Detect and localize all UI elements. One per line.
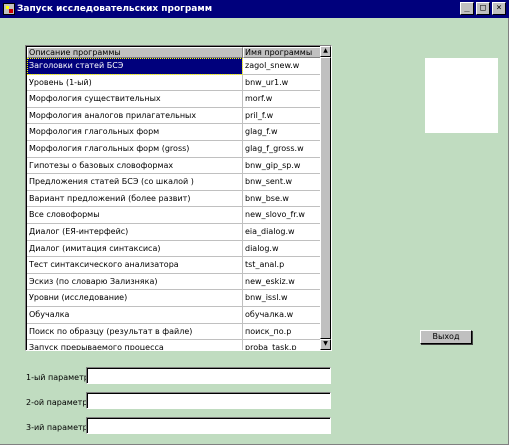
table-row[interactable]: Все словоформы new_slovo_fr.w (27, 207, 321, 224)
table-row[interactable]: Диалог (имитация синтаксиса) dialog.w (27, 240, 321, 258)
cell-program-name[interactable]: обучалка.w (243, 306, 321, 324)
grid-rows: Заголовки статей БСЭ zagol_snew.w Уровень … (27, 58, 321, 350)
cell-description[interactable]: Диалог (ЕЯ-интерфейс) (27, 223, 243, 241)
table-row[interactable]: Вариант предложений (более развит) bnw_bs… (27, 190, 321, 208)
table-row[interactable]: Тест синтаксического анализатора tst_anal… (27, 257, 321, 274)
cell-program-name[interactable]: bnw_issl.w (243, 290, 321, 307)
cell-program-name[interactable]: morf.w (243, 91, 321, 108)
cell-description[interactable]: Запуск прерываемого процесса (27, 340, 243, 350)
table-row[interactable]: Морфология существительных morf.w (27, 91, 321, 108)
column-header-name[interactable]: Имя программы (243, 47, 321, 58)
minimize-button[interactable]: _ (460, 2, 474, 15)
cell-program-name[interactable]: bnw_gip_sp.w (243, 157, 321, 175)
table-row[interactable]: Поиск по образцу (результат в файле) поис… (27, 323, 321, 341)
exit-button[interactable]: Выход (420, 330, 472, 344)
table-row[interactable]: Запуск прерываемого процесса proba_task.p (27, 340, 321, 350)
cell-program-name[interactable]: tst_anal.p (243, 257, 321, 274)
param1-input[interactable] (86, 367, 331, 384)
programs-grid[interactable]: Описание программы Имя программы Заголов… (25, 45, 332, 351)
cell-description[interactable]: Уровень (1-ый) (27, 74, 243, 92)
cell-description[interactable]: Тест синтаксического анализатора (27, 257, 243, 274)
cell-program-name[interactable]: bnw_sent.w (243, 174, 321, 191)
cell-description[interactable]: Поиск по образцу (результат в файле) (27, 323, 243, 341)
cell-description[interactable]: Вариант предложений (более развит) (27, 190, 243, 208)
cell-description[interactable]: Все словоформы (27, 207, 243, 224)
grid-header: Описание программы Имя программы (27, 47, 321, 58)
vertical-scrollbar[interactable]: ▲ ▼ (320, 46, 331, 350)
column-header-description[interactable]: Описание программы (27, 47, 243, 58)
table-row[interactable]: Уровень (1-ый) bnw_ur1.w (27, 74, 321, 92)
table-row[interactable]: Заголовки статей БСЭ zagol_snew.w (27, 58, 321, 75)
table-row[interactable]: Морфология глагольных форм (gross) glag_f… (27, 140, 321, 158)
scroll-up-arrow-icon[interactable]: ▲ (320, 46, 331, 57)
app-icon[interactable] (3, 3, 15, 15)
cell-description[interactable]: Обучалка (27, 306, 243, 324)
param3-label: 3-ий параметр: (26, 423, 91, 432)
cell-program-name[interactable]: glag_f.w (243, 124, 321, 141)
cell-description[interactable]: Гипотезы о базовых словоформах (27, 157, 243, 175)
cell-description[interactable]: Эскиз (по словарю Зализняка) (27, 273, 243, 291)
cell-program-name[interactable]: bnw_bse.w (243, 190, 321, 208)
cell-description[interactable]: Предложения статей БСЭ (со шкалой ) (27, 174, 243, 191)
cell-description[interactable]: Морфология существительных (27, 91, 243, 108)
scroll-down-arrow-icon[interactable]: ▼ (320, 339, 331, 350)
table-row[interactable]: Морфология аналогов прилагательных pril_f… (27, 107, 321, 125)
preview-panel (425, 58, 498, 133)
cell-program-name[interactable]: поиск_по.p (243, 323, 321, 341)
cell-description[interactable]: Заголовки статей БСЭ (27, 58, 243, 75)
cell-program-name[interactable]: bnw_ur1.w (243, 74, 321, 92)
cell-program-name[interactable]: glag_f_gross.w (243, 140, 321, 158)
table-row[interactable]: Гипотезы о базовых словоформах bnw_gip_sp… (27, 157, 321, 175)
param2-label: 2-ой параметр: (26, 398, 91, 407)
cell-description[interactable]: Морфология аналогов прилагательных (27, 107, 243, 125)
cell-program-name[interactable]: dialog.w (243, 240, 321, 258)
cell-description[interactable]: Морфология глагольных форм (27, 124, 243, 141)
table-row[interactable]: Диалог (ЕЯ-интерфейс) eia_dialog.w (27, 223, 321, 241)
cell-program-name[interactable]: eia_dialog.w (243, 223, 321, 241)
cell-program-name[interactable]: proba_task.p (243, 340, 321, 350)
cell-description[interactable]: Диалог (имитация синтаксиса) (27, 240, 243, 258)
table-row[interactable]: Обучалка обучалка.w (27, 306, 321, 324)
cell-description[interactable]: Уровни (исследование) (27, 290, 243, 307)
window-controls: _ □ × (460, 2, 506, 15)
cell-program-name[interactable]: new_eskiz.w (243, 273, 321, 291)
param2-input[interactable] (86, 392, 331, 409)
maximize-button[interactable]: □ (476, 2, 490, 15)
cell-program-name[interactable]: new_slovo_fr.w (243, 207, 321, 224)
param1-label: 1-ый параметр: (26, 373, 92, 382)
table-row[interactable]: Эскиз (по словарю Зализняка) new_eskiz.w (27, 273, 321, 291)
window-title: Запуск исследовательских программ (17, 4, 213, 14)
title-bar[interactable]: Запуск исследовательских программ _ □ × (0, 0, 509, 18)
table-row[interactable]: Уровни (исследование) bnw_issl.w (27, 290, 321, 307)
cell-program-name[interactable]: zagol_snew.w (243, 58, 321, 75)
scroll-thumb[interactable] (320, 57, 331, 339)
table-row[interactable]: Морфология глагольных форм glag_f.w (27, 124, 321, 141)
main-window: Запуск исследовательских программ _ □ × … (0, 0, 509, 445)
close-button[interactable]: × (492, 2, 506, 15)
cell-program-name[interactable]: pril_f.w (243, 107, 321, 125)
param3-input[interactable] (86, 417, 331, 434)
table-row[interactable]: Предложения статей БСЭ (со шкалой ) bnw_s… (27, 174, 321, 191)
cell-description[interactable]: Морфология глагольных форм (gross) (27, 140, 243, 158)
